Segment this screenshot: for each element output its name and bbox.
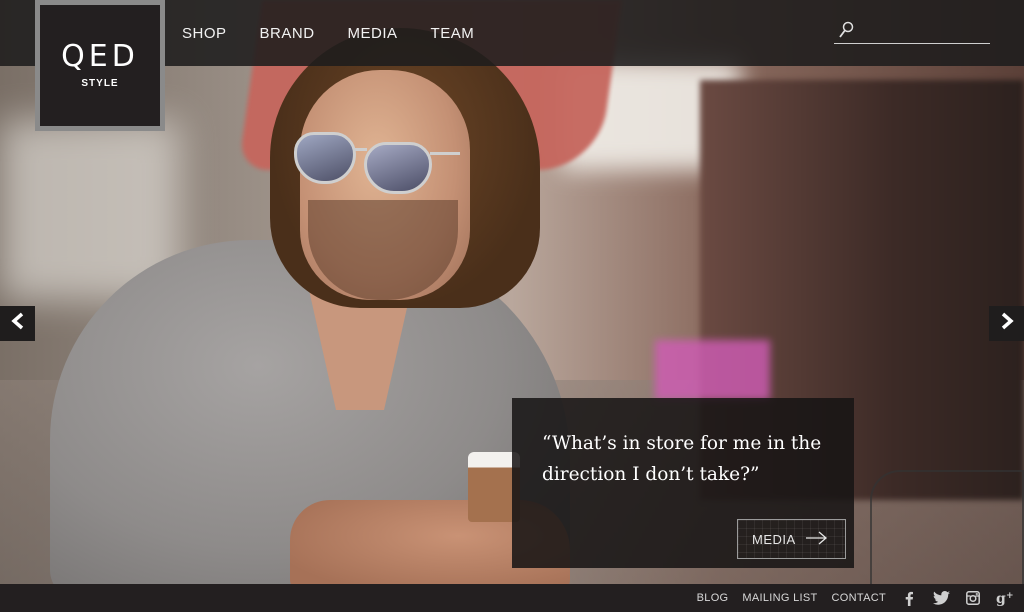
media-button[interactable]: MEDIA [737,519,846,559]
search-input[interactable] [858,18,988,43]
twitter-icon[interactable] [932,589,950,607]
hero-quote: “What’s in store for me in the direction… [542,433,822,485]
chevron-left-icon [10,312,26,335]
footer-bar: BLOG MAILING LIST CONTACT g + [0,584,1024,612]
sunglasses-arm [430,152,460,155]
facebook-icon[interactable] [900,589,918,607]
logo-wordmark: QED [61,39,139,74]
carousel-prev-button[interactable] [0,306,35,341]
logo-subtitle: STYLE [81,78,119,89]
arrow-right-icon [805,531,828,548]
footer-link-blog[interactable]: BLOG [697,592,729,604]
instagram-icon[interactable] [964,589,982,607]
chevron-right-icon [999,312,1015,335]
background-sign [655,340,770,400]
logo-inner: QED STYLE [40,5,160,126]
logo[interactable]: QED STYLE [35,0,165,131]
nav-item-shop[interactable]: SHOP [182,25,227,42]
hero-quote-panel: “What’s in store for me in the direction… [512,398,854,568]
sunglasses-right-lens [364,142,432,194]
background-chair [870,470,1024,590]
media-button-label: MEDIA [752,531,796,547]
svg-text:+: + [1006,591,1014,601]
footer-link-mailing-list[interactable]: MAILING LIST [742,592,817,604]
sunglasses-bridge [353,148,367,151]
nav-item-media[interactable]: MEDIA [348,25,398,42]
footer-link-contact[interactable]: CONTACT [832,592,886,604]
svg-text:g: g [996,591,1006,606]
search-box [834,18,990,44]
nav-item-team[interactable]: TEAM [431,25,475,42]
footer-links: BLOG MAILING LIST CONTACT g + [697,584,1014,612]
main-nav: SHOP BRAND MEDIA TEAM [182,0,474,66]
search-icon[interactable] [838,21,854,39]
nav-item-brand[interactable]: BRAND [260,25,315,42]
google-plus-icon[interactable]: g + [996,589,1014,607]
carousel-next-button[interactable] [989,306,1024,341]
